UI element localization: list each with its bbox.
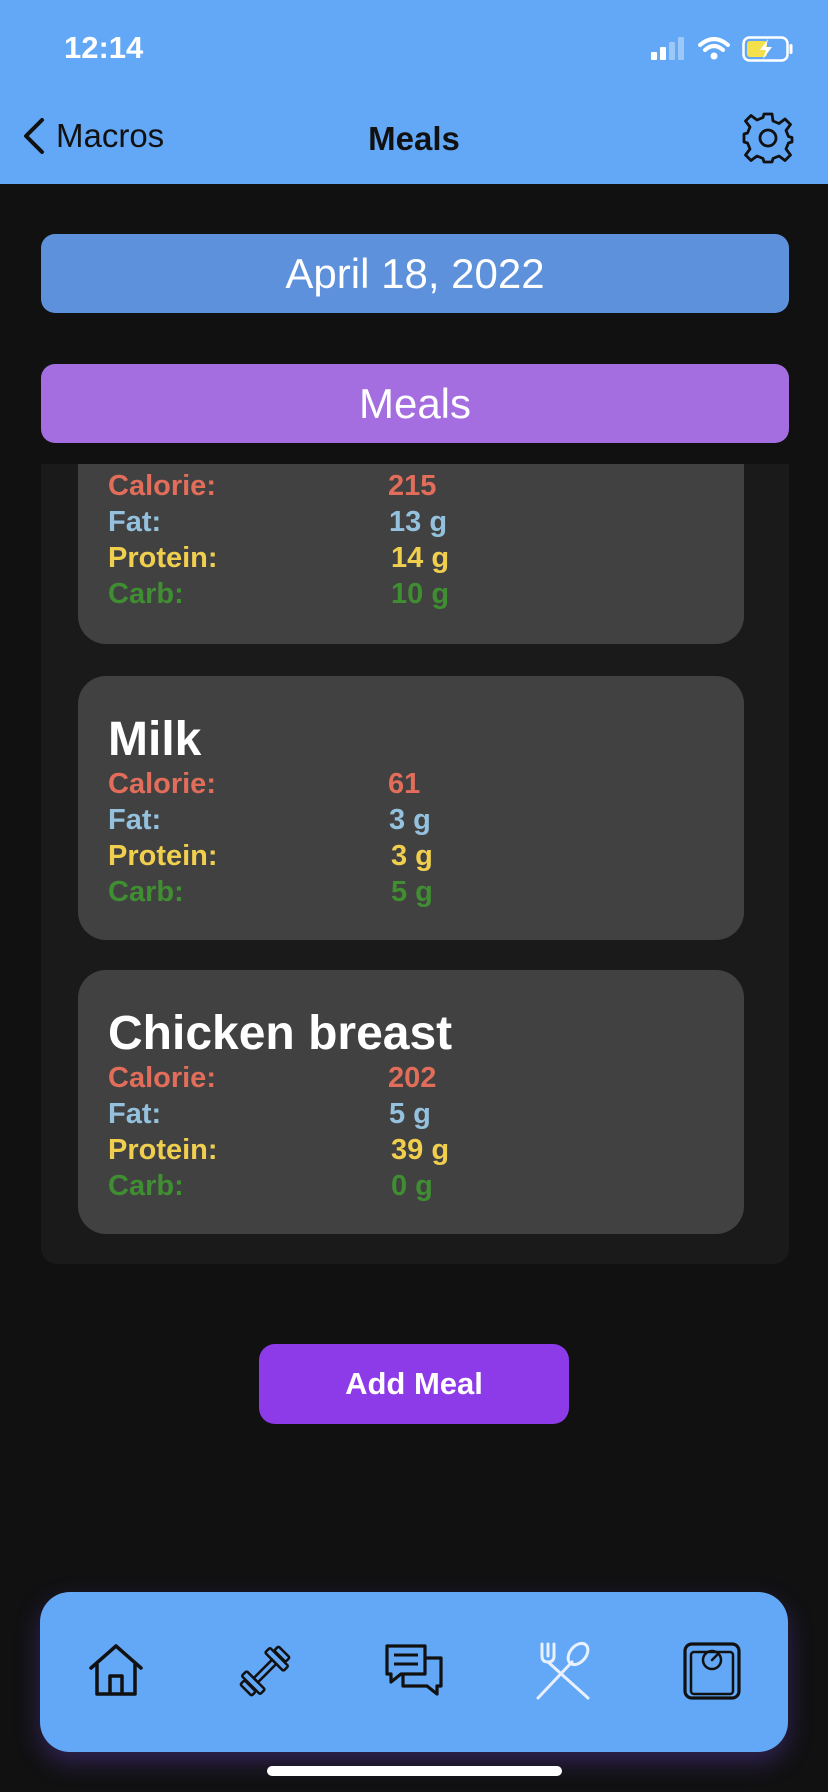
- dumbbell-icon[interactable]: [232, 1638, 298, 1704]
- wifi-icon: [698, 37, 730, 60]
- fat-row: Fat: 13 g: [108, 506, 708, 542]
- fat-row: Fat: 5 g: [108, 1098, 708, 1134]
- battery-charging-icon: [742, 36, 793, 62]
- protein-row: Protein: 3 g: [108, 840, 708, 876]
- meal-card[interactable]: Calorie: 215 Fat: 13 g Protein: 14 g Car…: [78, 464, 744, 644]
- protein-value: 3 g: [391, 840, 433, 872]
- fork-spoon-icon[interactable]: [530, 1638, 596, 1704]
- protein-value: 14 g: [391, 542, 450, 574]
- fat-value: 13 g: [389, 506, 448, 538]
- protein-label: Protein:: [108, 1134, 218, 1166]
- fat-label: Fat:: [108, 804, 162, 836]
- carb-label: Carb:: [108, 1170, 184, 1202]
- carb-label: Carb:: [108, 876, 184, 908]
- fat-label: Fat:: [108, 1098, 162, 1130]
- carb-row: Carb: 5 g: [108, 876, 708, 912]
- calorie-value: 202: [388, 1062, 437, 1094]
- calorie-value: 215: [388, 470, 437, 502]
- fat-value: 3 g: [389, 804, 431, 836]
- date-picker-button[interactable]: April 18, 2022: [41, 234, 789, 313]
- add-meal-button[interactable]: Add Meal: [259, 1344, 569, 1424]
- fat-value: 5 g: [389, 1098, 431, 1130]
- page-title: Meals: [368, 120, 460, 157]
- meal-name: Chicken breast: [108, 1007, 453, 1060]
- protein-label: Protein:: [108, 840, 218, 872]
- header: 12:14 Macros Meals: [0, 0, 828, 184]
- signal-icon: [651, 37, 684, 60]
- status-icons: [650, 34, 794, 64]
- gear-icon[interactable]: [742, 112, 794, 164]
- carb-row: Carb: 0 g: [108, 1170, 708, 1206]
- calorie-row: Calorie: 61: [108, 768, 708, 804]
- carb-value: 5 g: [391, 876, 433, 908]
- scale-icon[interactable]: [679, 1638, 745, 1704]
- fat-row: Fat: 3 g: [108, 804, 708, 840]
- meals-list[interactable]: Calorie: 215 Fat: 13 g Protein: 14 g Car…: [41, 464, 789, 1264]
- fat-label: Fat:: [108, 506, 162, 538]
- protein-row: Protein: 14 g: [108, 542, 708, 578]
- protein-row: Protein: 39 g: [108, 1134, 708, 1170]
- calorie-label: Calorie:: [108, 768, 216, 800]
- status-time: 12:14: [64, 30, 144, 65]
- carb-label: Carb:: [108, 578, 184, 610]
- protein-value: 39 g: [391, 1134, 450, 1166]
- meal-name: Milk: [108, 713, 202, 766]
- home-icon[interactable]: [83, 1638, 149, 1704]
- chat-icon[interactable]: [381, 1638, 447, 1704]
- protein-label: Protein:: [108, 542, 218, 574]
- calorie-row: Calorie: 202: [108, 1062, 708, 1098]
- meals-section-header: Meals: [41, 364, 789, 443]
- meal-card[interactable]: Milk Calorie: 61 Fat: 3 g Protein: 3 g C…: [78, 676, 744, 940]
- calorie-row: Calorie: 215: [108, 470, 708, 506]
- calorie-value: 61: [388, 768, 421, 800]
- calorie-label: Calorie:: [108, 470, 216, 502]
- meal-card[interactable]: Chicken breast Calorie: 202 Fat: 5 g Pro…: [78, 970, 744, 1234]
- home-indicator[interactable]: [267, 1766, 562, 1776]
- calorie-label: Calorie:: [108, 1062, 216, 1094]
- carb-value: 10 g: [391, 578, 450, 610]
- tab-bar: [40, 1592, 788, 1752]
- carb-row: Carb: 10 g: [108, 578, 708, 614]
- carb-value: 0 g: [391, 1170, 433, 1202]
